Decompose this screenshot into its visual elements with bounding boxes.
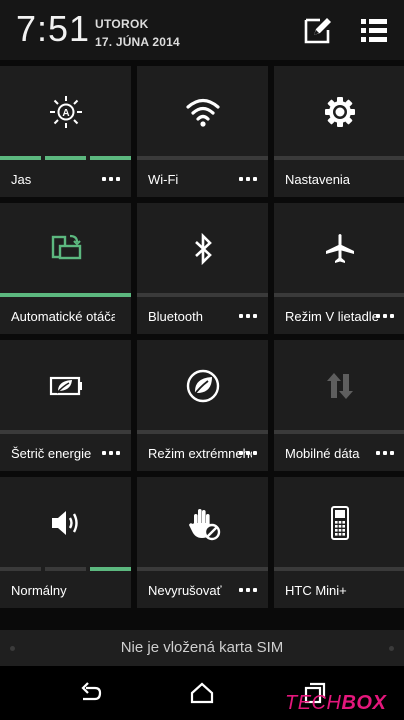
tile-auto-rotate[interactable]: Automatické otáčanie [0,203,131,334]
more-options-icon[interactable] [239,177,258,182]
tile-htc-mini[interactable]: HTC Mini+ [274,477,404,608]
more-options-icon[interactable] [239,588,258,593]
speaker-icon [0,505,131,541]
toggle-bar [137,156,268,160]
toggle-bar [274,430,404,434]
tile-wifi[interactable]: Wi-Fi [137,66,268,197]
date: 17. JÚNA 2014 [95,35,180,49]
do-not-disturb-hand-icon [137,505,268,541]
tile-label: Wi-Fi [148,172,179,187]
clock: 7:51 [16,8,91,49]
brightness-auto-icon: A [0,94,131,130]
tile-label: Šetrič energie [11,446,92,461]
toggle-bar [274,156,404,160]
day-of-week: UTOROK [95,17,149,31]
bluetooth-icon [137,231,268,267]
tile-label: Automatické otáčanie [11,309,115,324]
battery-leaf-icon [0,368,131,404]
tile-label: Mobilné dáta [285,446,360,461]
home-icon[interactable] [189,680,215,706]
tile-airplane-mode[interactable]: Režim V lietadle [274,203,404,334]
tile-label: Normálny [11,583,67,598]
tile-extreme-power-saver[interactable]: Režim extrémneho šetrenia [137,340,268,471]
extreme-saver-icon [137,368,268,404]
tile-sound-profile[interactable]: Normálny [0,477,131,608]
tile-label: Bluetooth [148,309,203,324]
tile-label: Nastavenia [285,172,351,187]
volume-level-bar [0,567,131,571]
edit-icon[interactable] [302,14,334,46]
toggle-bar [274,567,404,571]
tile-label: HTC Mini+ [285,583,347,598]
tile-bluetooth[interactable]: Bluetooth [137,203,268,334]
more-options-icon[interactable] [102,177,121,182]
gear-icon [274,94,404,130]
tile-settings[interactable]: Nastavenia [274,66,404,197]
toggle-bar [274,293,404,297]
toggle-bar [0,430,131,434]
brightness-level-bar [0,156,131,160]
toggle-bar [137,293,268,297]
airplane-icon [274,231,404,267]
tile-label: Režim extrémneho šetrenia [148,446,252,461]
sim-status-bar: Nie je vložená karta SIM [0,630,404,666]
back-icon[interactable] [77,680,103,706]
status-header: 7:51 UTOROK 17. JÚNA 2014 [0,0,404,60]
svg-text:A: A [62,108,69,119]
mobile-data-icon [274,368,404,404]
toggle-bar [137,567,268,571]
sim-status-text: Nie je vložená karta SIM [120,639,284,656]
more-options-icon[interactable] [376,314,395,319]
more-options-icon[interactable] [239,451,258,456]
more-options-icon[interactable] [376,451,395,456]
more-options-icon[interactable] [102,451,121,456]
tile-mobile-data[interactable]: Mobilné dáta [274,340,404,471]
more-options-icon[interactable] [239,314,258,319]
tile-power-saver[interactable]: Šetrič energie [0,340,131,471]
tile-do-not-disturb[interactable]: Nevyrušovať [137,477,268,608]
auto-rotate-icon [0,231,131,267]
list-menu-icon[interactable] [358,14,390,46]
tile-label: Režim V lietadle [285,309,379,324]
toggle-bar [0,293,131,297]
tile-brightness[interactable]: A Jas [0,66,131,197]
techbox-watermark: TECHBOX [285,692,387,714]
right-dot [389,646,394,651]
wifi-icon [137,94,268,130]
tile-label: Jas [11,172,32,187]
toggle-bar [137,430,268,434]
tile-label: Nevyrušovať [148,583,222,598]
htc-mini-phone-icon [274,505,404,541]
